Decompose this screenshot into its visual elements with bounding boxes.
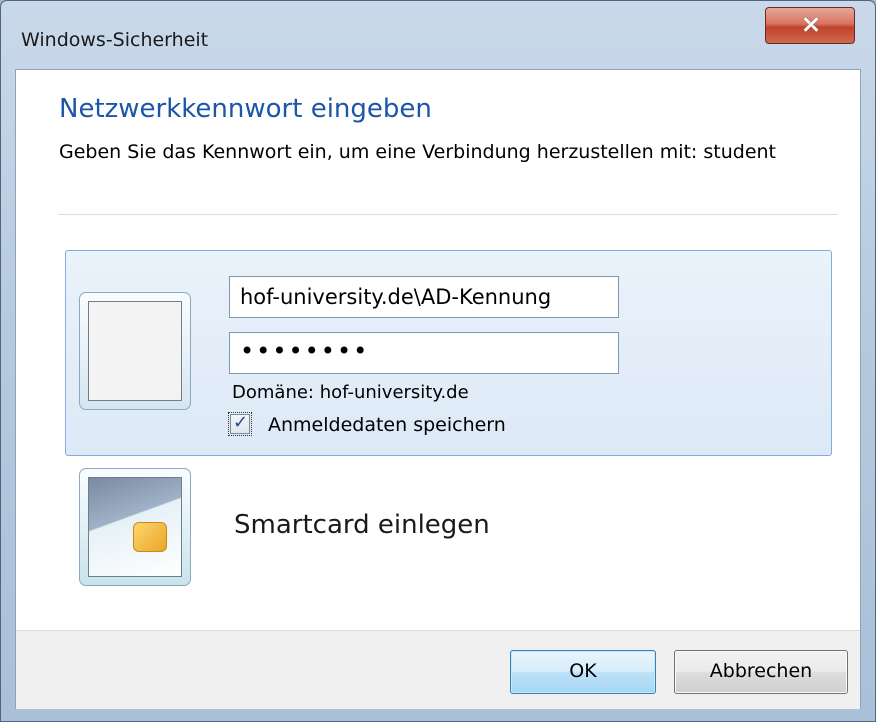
smartcard-chip [133,522,167,552]
smartcard-label[interactable]: Smartcard einlegen [234,510,490,540]
window-title: Windows-Sicherheit [21,29,209,51]
password-input[interactable]: •••••••• [229,332,619,374]
cancel-button[interactable]: Abbrechen [674,650,848,694]
smartcard-tile[interactable] [79,468,191,586]
ok-button[interactable]: OK [510,650,656,694]
username-value: hof-university.de\AD-Kennung [240,285,552,309]
domain-label: Domäne: hof-university.de [232,382,469,403]
dialog-content: Netzwerkkennwort eingeben Geben Sie das … [15,69,861,709]
dialog-heading: Netzwerkkennwort eingeben [59,94,432,124]
dialog-instruction: Geben Sie das Kennwort ein, um eine Verb… [59,141,777,163]
close-button[interactable] [765,7,855,44]
separator [58,214,838,215]
security-dialog-window: Windows-Sicherheit Netzwerkkennwort eing… [0,0,876,722]
smartcard-icon [88,477,182,577]
title-bar[interactable]: Windows-Sicherheit [1,1,875,69]
checkmark-icon: ✓ [233,412,249,433]
user-tile-frame [88,301,182,401]
button-bar: OK Abbrechen [16,630,860,709]
password-value: •••••••• [240,337,370,365]
remember-checkbox[interactable]: ✓ [228,412,252,436]
remember-label[interactable]: Anmeldedaten speichern [268,414,506,436]
user-tile-icon [79,292,191,410]
username-input[interactable]: hof-university.de\AD-Kennung [229,276,619,318]
